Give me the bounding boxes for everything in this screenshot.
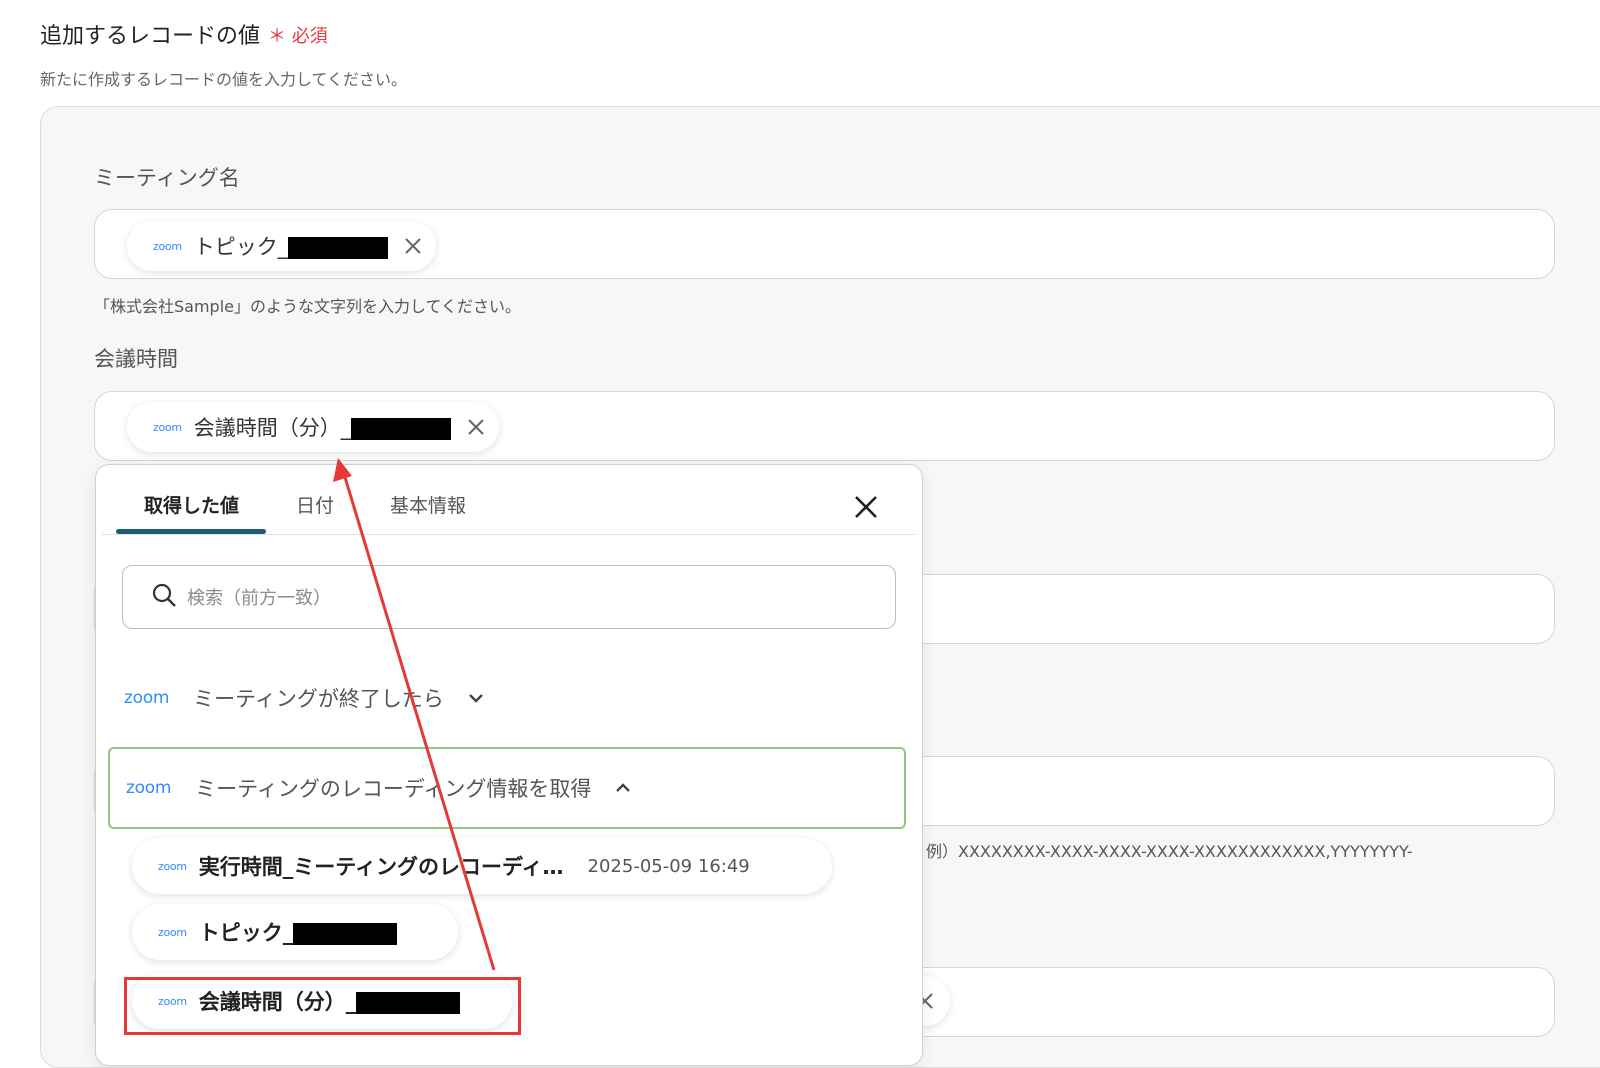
group-recording-info[interactable]: zoom ミーティングのレコーディング情報を取得 [108, 747, 906, 829]
value-text: トピック_ [199, 917, 398, 947]
value-option-execution-time[interactable]: zoom 実行時間_ミーティングのレコーディ… 2025-05-09 16:49 [132, 838, 832, 894]
tab-basic-info[interactable]: 基本情報 [390, 491, 466, 518]
tab-obtained-values[interactable]: 取得した値 [144, 491, 239, 518]
group-label: ミーティングのレコーディング情報を取得 [195, 777, 592, 801]
annotation-highlight-box [124, 977, 521, 1035]
close-icon[interactable] [402, 235, 424, 257]
zoom-logo-icon: zoom [153, 420, 182, 434]
tab-divider [102, 534, 916, 535]
chip-text: 会議時間（分）_ [194, 412, 452, 442]
value-chip-duration[interactable]: zoom 会議時間（分）_ [127, 402, 500, 452]
value-picker-dropdown: 取得した値 日付 基本情報 検索（前方一致） zoom ミーティングが終了したら… [95, 464, 923, 1066]
value-option-topic[interactable]: zoom トピック_ [132, 904, 458, 960]
value-text: 実行時間_ミーティングのレコーディ… [198, 855, 564, 879]
field-hint: 「株式会社Sample」のような文字列を入力してください。 [94, 297, 522, 316]
close-icon[interactable] [465, 416, 487, 438]
zoom-logo-icon: zoom [158, 925, 187, 939]
zoom-logo-icon: zoom [126, 778, 172, 798]
value-date: 2025-05-09 16:49 [587, 855, 750, 877]
zoom-logo-icon: zoom [158, 859, 187, 873]
search-input[interactable]: 検索（前方一致） [122, 565, 896, 629]
search-placeholder: 検索（前方一致） [187, 588, 331, 609]
value-chip-topic[interactable]: zoom トピック_ [127, 221, 437, 271]
field-label-meeting-duration: 会議時間 [94, 347, 178, 371]
zoom-logo-icon: zoom [153, 239, 182, 253]
chevron-up-icon [613, 778, 633, 798]
search-icon [151, 582, 177, 612]
chevron-down-icon [466, 688, 486, 708]
section-description: 新たに作成するレコードの値を入力してください。 [40, 70, 408, 89]
field-label-meeting-name: ミーティング名 [94, 166, 240, 190]
zoom-logo-icon: zoom [124, 688, 170, 708]
close-icon[interactable] [850, 491, 882, 523]
tab-date[interactable]: 日付 [296, 491, 334, 518]
example-hint: 例）XXXXXXXX-XXXX-XXXX-XXXX-XXXXXXXXXXXX,Y… [926, 842, 1413, 861]
chip-text: トピック_ [194, 231, 389, 261]
required-badge: ＊ 必須 [268, 26, 328, 47]
group-label: ミーティングが終了したら [193, 687, 444, 711]
group-meeting-ended[interactable]: zoom ミーティングが終了したら [108, 657, 906, 739]
section-title: 追加するレコードの値 [40, 24, 261, 49]
